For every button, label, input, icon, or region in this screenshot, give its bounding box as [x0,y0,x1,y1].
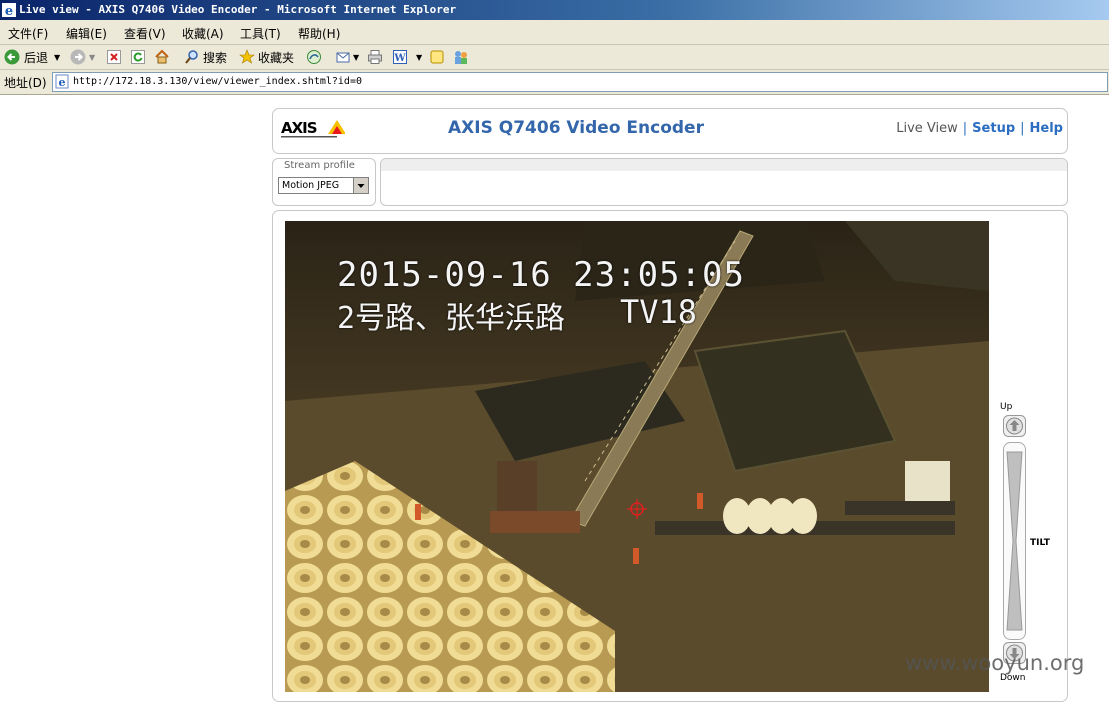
messenger-button[interactable] [453,48,469,66]
home-icon [155,49,169,64]
back-dropdown-icon[interactable]: ▼ [54,53,60,62]
page-icon: e [55,74,69,89]
search-icon [185,50,198,64]
page-title: AXIS Q7406 Video Encoder [448,118,704,138]
dropdown-arrow-icon[interactable] [353,178,368,193]
forward-dropdown-icon[interactable]: ▼ [89,53,95,62]
window-titlebar: e Live view - AXIS Q7406 Video Encoder -… [0,0,1109,20]
home-button[interactable] [154,48,170,66]
nav-help-link[interactable]: Help [1030,121,1063,136]
stream-profile-value: Motion JPEG [282,180,340,191]
tilt-slider[interactable] [1003,442,1026,640]
tilt-up-button[interactable] [1003,415,1026,437]
menu-bar: 文件(F) 编辑(E) 查看(V) 收藏(A) 工具(T) 帮助(H) [0,20,1109,45]
menu-view[interactable]: 查看(V) [124,25,166,42]
top-nav: Live View | Setup | Help [896,121,1063,136]
menu-file[interactable]: 文件(F) [8,25,48,42]
tilt-up-label: Up [1000,402,1013,412]
address-url: http://172.18.3.130/view/viewer_index.sh… [73,76,362,87]
menu-help[interactable]: 帮助(H) [298,25,340,42]
address-label: 地址(D) [4,76,47,90]
mail-dropdown-icon[interactable]: ▼ [353,53,359,62]
stop-button[interactable] [106,48,122,66]
nav-setup-link[interactable]: Setup [972,121,1015,136]
toolbar-panel [380,158,1068,206]
note-icon [430,50,444,64]
svg-text:W: W [393,53,406,64]
address-input[interactable]: e http://172.18.3.130/view/viewer_index.… [52,72,1108,92]
page-header: AXIS AXIS Q7406 Video Encoder Live View |… [272,108,1068,154]
stream-profile-label: Stream profile [284,160,355,171]
search-label: 搜索 [203,50,228,65]
discuss-button[interactable] [429,48,445,66]
back-label: 后退 [24,50,49,65]
svg-text:AXIS: AXIS [281,119,317,137]
refresh-button[interactable] [130,48,146,66]
print-button[interactable] [367,48,383,66]
stop-icon [107,50,121,64]
browser-toolbar: 后退 ▼ ▼ 搜索 收藏夹 ▼ W ▼ [0,45,1109,70]
back-button[interactable]: 后退 ▼ [4,48,60,66]
svg-text:e: e [5,4,13,17]
edit-dropdown-icon[interactable]: ▼ [416,53,422,62]
watermark: www.wooyun.org [905,651,1085,675]
printer-icon [368,50,382,64]
mail-icon [336,52,350,63]
media-icon [307,50,321,64]
edit-button[interactable]: W ▼ [392,48,422,66]
menu-favorites[interactable]: 收藏(A) [182,25,224,42]
stream-profile-panel: Stream profile Motion JPEG [272,158,376,206]
mail-button[interactable]: ▼ [336,48,359,66]
nav-separator: | [1020,121,1025,136]
favorites-button[interactable]: 收藏夹 [239,48,294,66]
ie-icon: e [2,3,16,17]
address-bar: 地址(D) e http://172.18.3.130/view/viewer_… [0,70,1109,95]
nav-separator: | [962,121,968,136]
tilt-label: TILT [1030,538,1050,548]
forward-button[interactable]: ▼ [70,48,95,66]
video-timestamp: 2015-09-16 23:05:05 [337,255,745,295]
search-button[interactable]: 搜索 [184,48,227,66]
forward-arrow-icon [70,49,86,65]
menu-edit[interactable]: 编辑(E) [66,25,107,42]
panel-strip [381,159,1067,171]
refresh-icon [131,50,145,64]
media-button[interactable] [306,48,322,66]
back-arrow-icon [4,49,20,65]
video-channel: TV18 [620,293,698,331]
messenger-icon [455,51,467,64]
nav-live-view[interactable]: Live View [896,121,958,136]
stream-profile-select[interactable]: Motion JPEG [278,177,369,194]
live-video-image[interactable]: 2015-09-16 23:05:05 2号路、张华浜路 TV18 [285,221,989,692]
word-icon: W [393,50,407,64]
star-icon [239,49,255,64]
svg-text:e: e [59,76,66,89]
window-title: Live view - AXIS Q7406 Video Encoder - M… [19,3,457,16]
video-location: 2号路、张华浜路 [337,301,566,336]
axis-logo: AXIS [281,119,345,138]
menu-tools[interactable]: 工具(T) [240,25,281,42]
favorites-label: 收藏夹 [258,50,295,65]
